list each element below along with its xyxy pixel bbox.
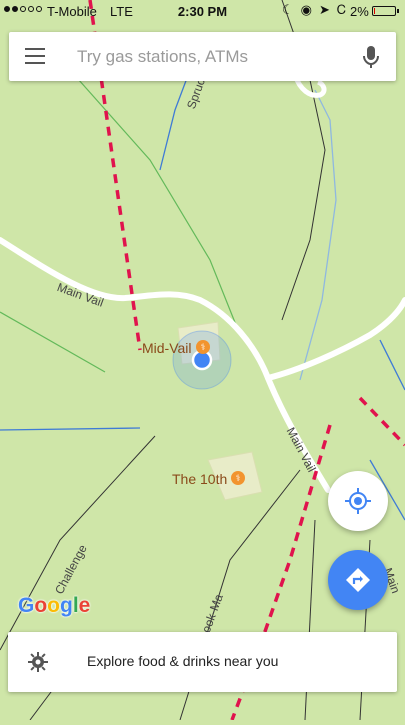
explore-nearby-bar[interactable]: Explore food & drinks near you bbox=[8, 632, 397, 692]
hamburger-menu-icon[interactable] bbox=[25, 48, 49, 66]
restaurant-icon[interactable]: ⚕ bbox=[231, 471, 245, 485]
search-bar[interactable] bbox=[9, 32, 396, 81]
battery-icon bbox=[372, 6, 399, 16]
my-location-button[interactable] bbox=[328, 471, 388, 531]
battery-percent: 2% bbox=[350, 4, 369, 19]
location-arrow-icon: ➤ bbox=[319, 2, 330, 17]
moon-icon: ☾ bbox=[282, 2, 294, 17]
directions-button[interactable] bbox=[328, 550, 388, 610]
directions-icon bbox=[346, 568, 370, 592]
my-location-icon bbox=[345, 488, 371, 514]
google-logo: Google bbox=[18, 594, 91, 617]
search-input[interactable] bbox=[75, 44, 349, 70]
restaurant-icon[interactable]: ⚕ bbox=[196, 340, 210, 354]
status-bar: T-Mobile LTE 2:30 PM ☾ ◉ ➤ Ꮯ 2% bbox=[0, 0, 405, 22]
place-label-the-10th[interactable]: The 10th bbox=[172, 471, 227, 487]
gear-icon bbox=[28, 652, 48, 672]
bluetooth-icon: Ꮯ bbox=[336, 2, 347, 17]
place-label-mid-vail[interactable]: Mid-Vail bbox=[142, 340, 192, 356]
explore-label: Explore food & drinks near you bbox=[87, 653, 279, 669]
orientation-lock-icon: ◉ bbox=[300, 2, 312, 17]
microphone-icon[interactable] bbox=[359, 44, 383, 70]
